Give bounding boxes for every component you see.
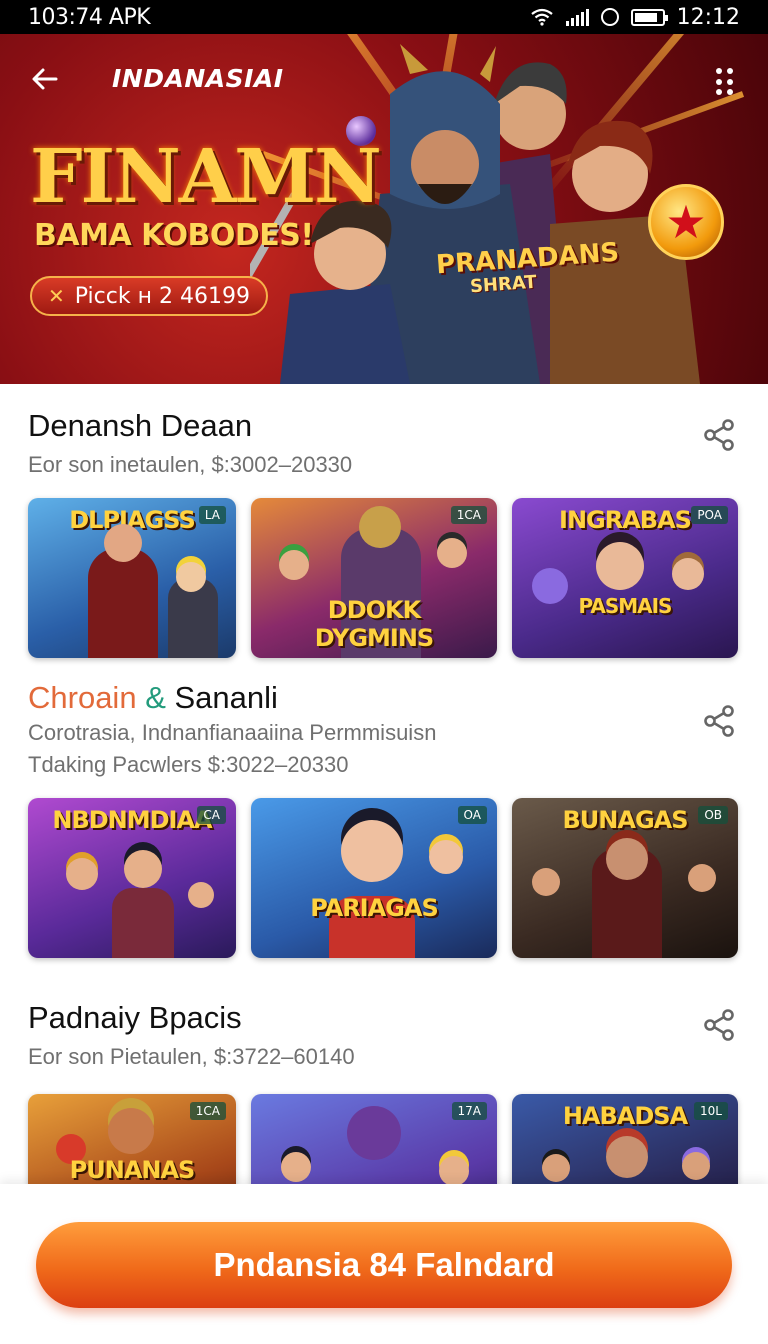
game-card[interactable]: NBDNMDIAA CA	[28, 798, 236, 958]
section-title: Padnaiy Bpacis	[28, 1000, 242, 1035]
section-3: Padnaiy Bpacis Eor son Pietaulen, $:3722…	[0, 974, 768, 1254]
game-card-title: PUNANAS	[69, 1156, 196, 1184]
star-orb-icon: ★	[648, 184, 724, 260]
game-card[interactable]: OA PARIAGAS	[251, 798, 497, 958]
bottom-action-bar: Pndansia 84 Falndard	[0, 1184, 768, 1344]
game-card-tag: LA	[198, 506, 226, 524]
section-subtitle: Eor son inetaulen, $:3002–20330	[28, 452, 353, 477]
promo-code-pill[interactable]: ✕ Picck н 2 46199	[30, 276, 268, 316]
status-time: 12:12	[676, 4, 740, 30]
hero-banner[interactable]: INDANASIAI FINAMN BAMA KOBODES! ✕ Picck …	[0, 34, 768, 384]
game-card-tag: 17A	[451, 1102, 487, 1120]
game-card-tag: OB	[698, 806, 728, 824]
share-icon[interactable]	[702, 418, 736, 452]
game-card-tag: OA	[457, 806, 487, 824]
wifi-icon	[530, 8, 553, 26]
section-subtitle: Corotrasia, Indnanfianaaiina Permmisuisn	[28, 720, 437, 745]
game-card-tag: CA	[197, 806, 226, 824]
game-card-title: DDOKK DYGMINS	[314, 596, 434, 652]
primary-cta-button[interactable]: Pndansia 84 Falndard	[36, 1222, 732, 1308]
header-title: INDANASIAI	[112, 64, 284, 93]
back-button[interactable]	[30, 64, 64, 98]
app-screen: 103:74 APK 12:12 INDANASIAI FINAMN BAMA …	[0, 0, 768, 1344]
swords-icon: ✕	[48, 284, 65, 308]
game-card[interactable]: INGRABAS POA PASMAIS	[512, 498, 738, 658]
section-subtitle: Eor son Pietaulen, $:3722–60140	[28, 1044, 355, 1069]
game-card-tag: POA	[691, 506, 728, 524]
promo-subtitle: BAMA KOBODES!	[34, 218, 314, 253]
signal-icon	[565, 8, 589, 26]
game-card-tag: 1CA	[189, 1102, 226, 1120]
game-card-title: PARIAGAS	[310, 894, 439, 922]
promo-code-label: Picck н 2 46199	[74, 283, 250, 309]
game-card-subtitle: PASMAIS	[578, 594, 673, 618]
game-card-tag: 10L	[694, 1102, 728, 1120]
battery-icon	[630, 8, 668, 26]
section-2: Chroain & Sananli Corotrasia, Indnanfian…	[0, 674, 768, 974]
section-title: Chroain & Sananli	[28, 680, 278, 715]
game-card-tag: 1CA	[450, 506, 487, 524]
game-card[interactable]: DLPIAGSS LA	[28, 498, 236, 658]
promo-title: FINAMN	[30, 134, 382, 220]
alarm-icon	[600, 8, 619, 26]
game-card[interactable]: BUNAGAS OB	[512, 798, 738, 958]
share-icon[interactable]	[702, 704, 736, 738]
status-left-text: 103:74 APK	[28, 4, 151, 30]
status-bar: 103:74 APK 12:12	[0, 0, 768, 34]
section-title: Denansh Deaan	[28, 408, 253, 443]
more-options-button[interactable]	[716, 68, 734, 96]
arrow-left-icon	[32, 68, 58, 90]
section-1: Denansh Deaan Eor son inetaulen, $:3002–…	[0, 384, 768, 674]
game-card[interactable]: 1CA DDOKK DYGMINS	[251, 498, 497, 658]
section-subtitle-2: Tdaking Pacwlers $:3022–20330	[28, 752, 349, 777]
share-icon[interactable]	[702, 1008, 736, 1042]
